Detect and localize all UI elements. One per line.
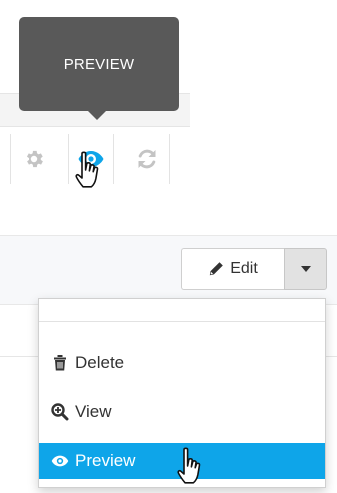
tooltip-text: PREVIEW — [63, 55, 135, 73]
menu-divider — [39, 321, 325, 322]
eye-icon — [51, 452, 69, 470]
hand-cursor-icon — [177, 447, 201, 484]
trash-icon — [51, 354, 69, 372]
gear-icon — [26, 150, 43, 168]
edit-button-group: Edit — [181, 248, 327, 290]
refresh-button[interactable] — [124, 134, 170, 184]
refresh-icon — [138, 149, 155, 169]
menu-item-label: Delete — [75, 353, 125, 372]
menu-item-label: Preview — [75, 451, 136, 470]
menu-item-view[interactable]: View — [39, 395, 325, 429]
edit-dropdown-toggle[interactable] — [284, 248, 327, 290]
pencil-icon — [210, 262, 224, 276]
edit-button-label: Edit — [230, 260, 258, 277]
menu-item-label: View — [75, 402, 112, 421]
caret-down-icon — [300, 266, 311, 272]
settings-button[interactable] — [10, 134, 56, 184]
tooltip-arrow — [88, 111, 106, 120]
menu-item-delete[interactable]: Delete — [39, 346, 325, 380]
edit-button[interactable]: Edit — [181, 248, 284, 290]
preview-tooltip: PREVIEW — [19, 17, 179, 111]
zoom-in-icon — [51, 403, 69, 421]
hand-cursor-icon — [75, 151, 99, 188]
